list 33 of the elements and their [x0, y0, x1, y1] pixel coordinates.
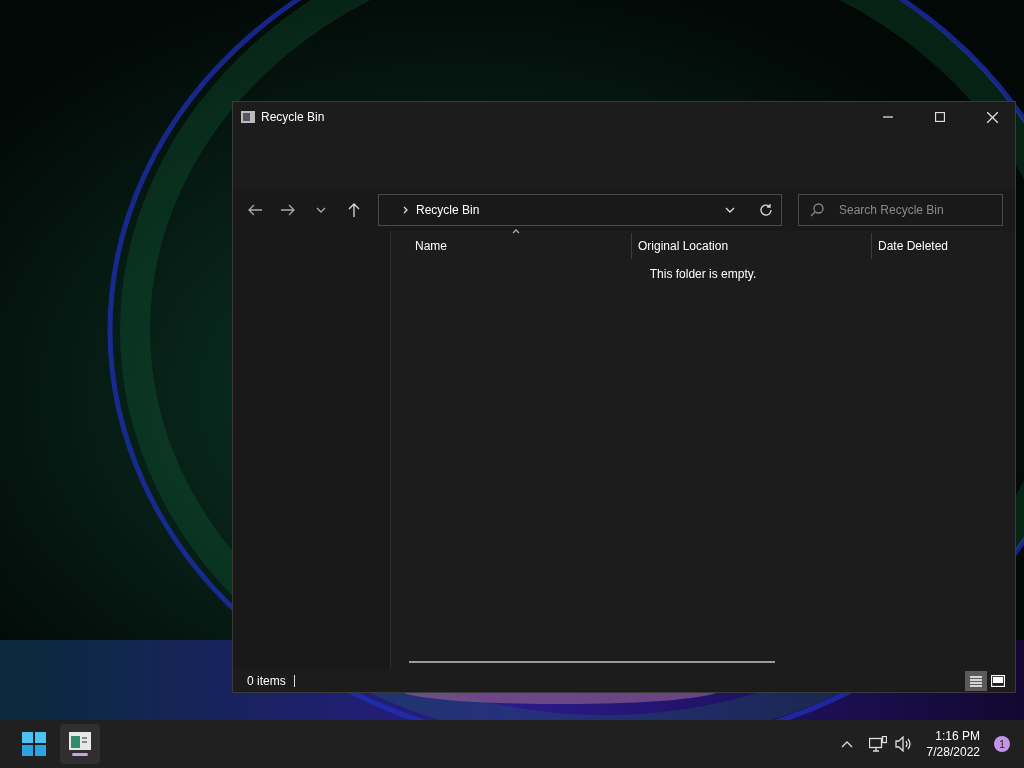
window-app-icon [69, 732, 91, 750]
taskbar-app-button[interactable] [60, 724, 100, 764]
address-bar[interactable]: Recycle Bin [378, 194, 782, 226]
chevron-down-icon [725, 207, 735, 213]
item-count: 0 items [247, 674, 295, 687]
notification-badge[interactable]: 1 [994, 736, 1010, 752]
window-icon [991, 674, 1005, 687]
column-header[interactable]: Date Deleted [871, 233, 1011, 259]
recycle-bin-icon [241, 111, 255, 123]
clock[interactable]: 1:16 PM 7/28/2022 [926, 728, 980, 760]
column-header[interactable]: Original Location [631, 233, 871, 259]
column-header[interactable]: Name [415, 233, 631, 259]
speaker-icon[interactable] [894, 736, 913, 752]
breadcrumb-item[interactable]: Recycle Bin [416, 203, 717, 217]
windows-logo-icon [22, 732, 46, 756]
arrow-up-icon [347, 203, 360, 217]
chevron-right-icon [403, 206, 408, 214]
empty-folder-message: This folder is empty. [649, 267, 757, 281]
arrow-right-icon [281, 204, 296, 216]
arrow-left-icon [248, 204, 263, 216]
chevron-up-icon[interactable] [840, 740, 853, 748]
scrollbar-thumb[interactable] [409, 661, 775, 663]
running-indicator [72, 753, 88, 756]
details-view-button[interactable] [965, 670, 987, 691]
refresh-icon[interactable] [759, 203, 773, 217]
chevron-down-icon [315, 207, 326, 213]
list-icon [969, 674, 983, 687]
search-field[interactable]: Search Recycle Bin [798, 194, 1003, 226]
window-title: Recycle Bin [261, 110, 326, 124]
network-icon[interactable] [868, 736, 887, 752]
close-icon [986, 111, 998, 123]
search-icon [810, 203, 824, 217]
maximize-icon [935, 112, 945, 122]
